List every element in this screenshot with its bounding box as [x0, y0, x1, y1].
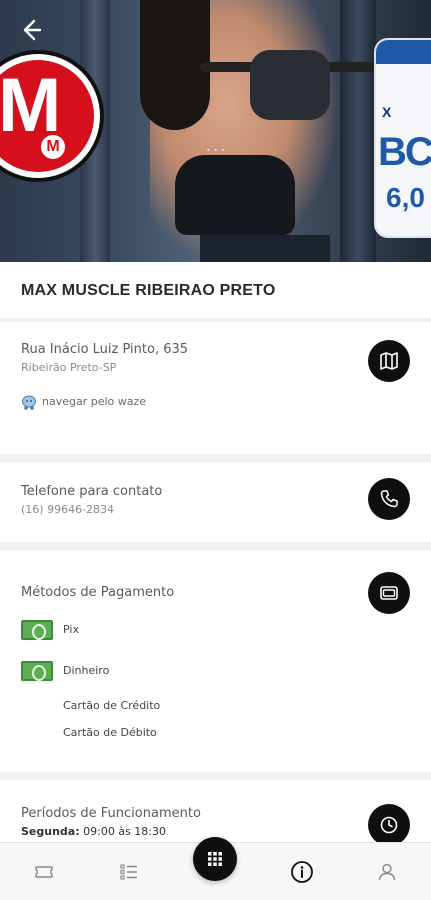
logo-mini-badge: M [38, 132, 68, 162]
contact-card: Telefone para contato (16) 99646-2834 [0, 462, 431, 542]
bottom-navigation [0, 837, 431, 900]
hours-day: Segunda: [21, 825, 80, 838]
payment-method-label: Cartão de Crédito [63, 699, 161, 712]
address-city: Ribeirão Preto-SP [21, 361, 117, 374]
list-icon [120, 864, 137, 880]
payment-card: Métodos de Pagamento Pix Dinheiro Cartão… [0, 550, 431, 772]
cash-icon [21, 620, 53, 640]
ticket-icon [35, 866, 53, 878]
nav-home-grid[interactable] [193, 837, 237, 881]
contact-label: Telefone para contato [21, 484, 163, 499]
payment-method-label: Cartão de Débito [63, 726, 157, 739]
address-card: Rua Inácio Luiz Pinto, 635 Ribeirão Pret… [0, 322, 431, 454]
payment-method-label: Pix [63, 623, 79, 636]
user-icon [378, 863, 396, 881]
phone-icon [380, 490, 398, 508]
hours-row: Segunda: 09:00 às 18:30 [21, 825, 166, 838]
store-name: MAX MUSCLE RIBEIRAO PRETO [21, 282, 276, 299]
athlete-glove [250, 50, 330, 120]
nav-profile[interactable] [372, 857, 402, 887]
tub-brand: X [382, 104, 392, 120]
hero-banner: X BCA 6,0 • • • M M [0, 0, 431, 262]
address-street: Rua Inácio Luiz Pinto, 635 [21, 342, 189, 357]
card-icon [380, 586, 398, 600]
payment-method-label: Dinheiro [63, 664, 110, 677]
payment-label: Métodos de Pagamento [21, 585, 175, 600]
cash-icon [21, 661, 53, 681]
hours-time: 09:00 às 18:30 [83, 825, 166, 838]
athlete-top [175, 155, 295, 235]
contact-phone[interactable]: (16) 99646-2834 [21, 503, 114, 516]
tub-lid [376, 40, 431, 64]
nav-tickets[interactable] [29, 857, 59, 887]
supplement-tub: X BCA 6,0 [374, 38, 431, 238]
athlete-pants [200, 235, 330, 262]
map-button[interactable] [368, 340, 410, 382]
carousel-dots: • • • [206, 146, 226, 155]
waze-icon [22, 395, 36, 410]
tub-product-size: 6,0 [386, 182, 425, 213]
clock-icon [380, 816, 398, 834]
nav-list[interactable] [114, 857, 144, 887]
back-arrow-icon[interactable] [16, 16, 44, 44]
payment-button[interactable] [368, 572, 410, 614]
hours-label: Períodos de Funcionamento [21, 806, 201, 821]
tub-product-name: BCA [378, 130, 431, 174]
nav-info[interactable] [287, 857, 317, 887]
map-icon [380, 352, 398, 370]
call-button[interactable] [368, 478, 410, 520]
waze-link-label: navegar pelo waze [42, 395, 147, 408]
store-title-bar: MAX MUSCLE RIBEIRAO PRETO [0, 262, 431, 318]
hours-button[interactable] [368, 804, 410, 846]
info-icon [291, 861, 313, 883]
grid-icon [208, 852, 222, 866]
gym-rack-right [340, 0, 376, 262]
store-details-screen: X BCA 6,0 • • • M M MAX MUSCLE RIBEIRAO … [0, 0, 431, 900]
